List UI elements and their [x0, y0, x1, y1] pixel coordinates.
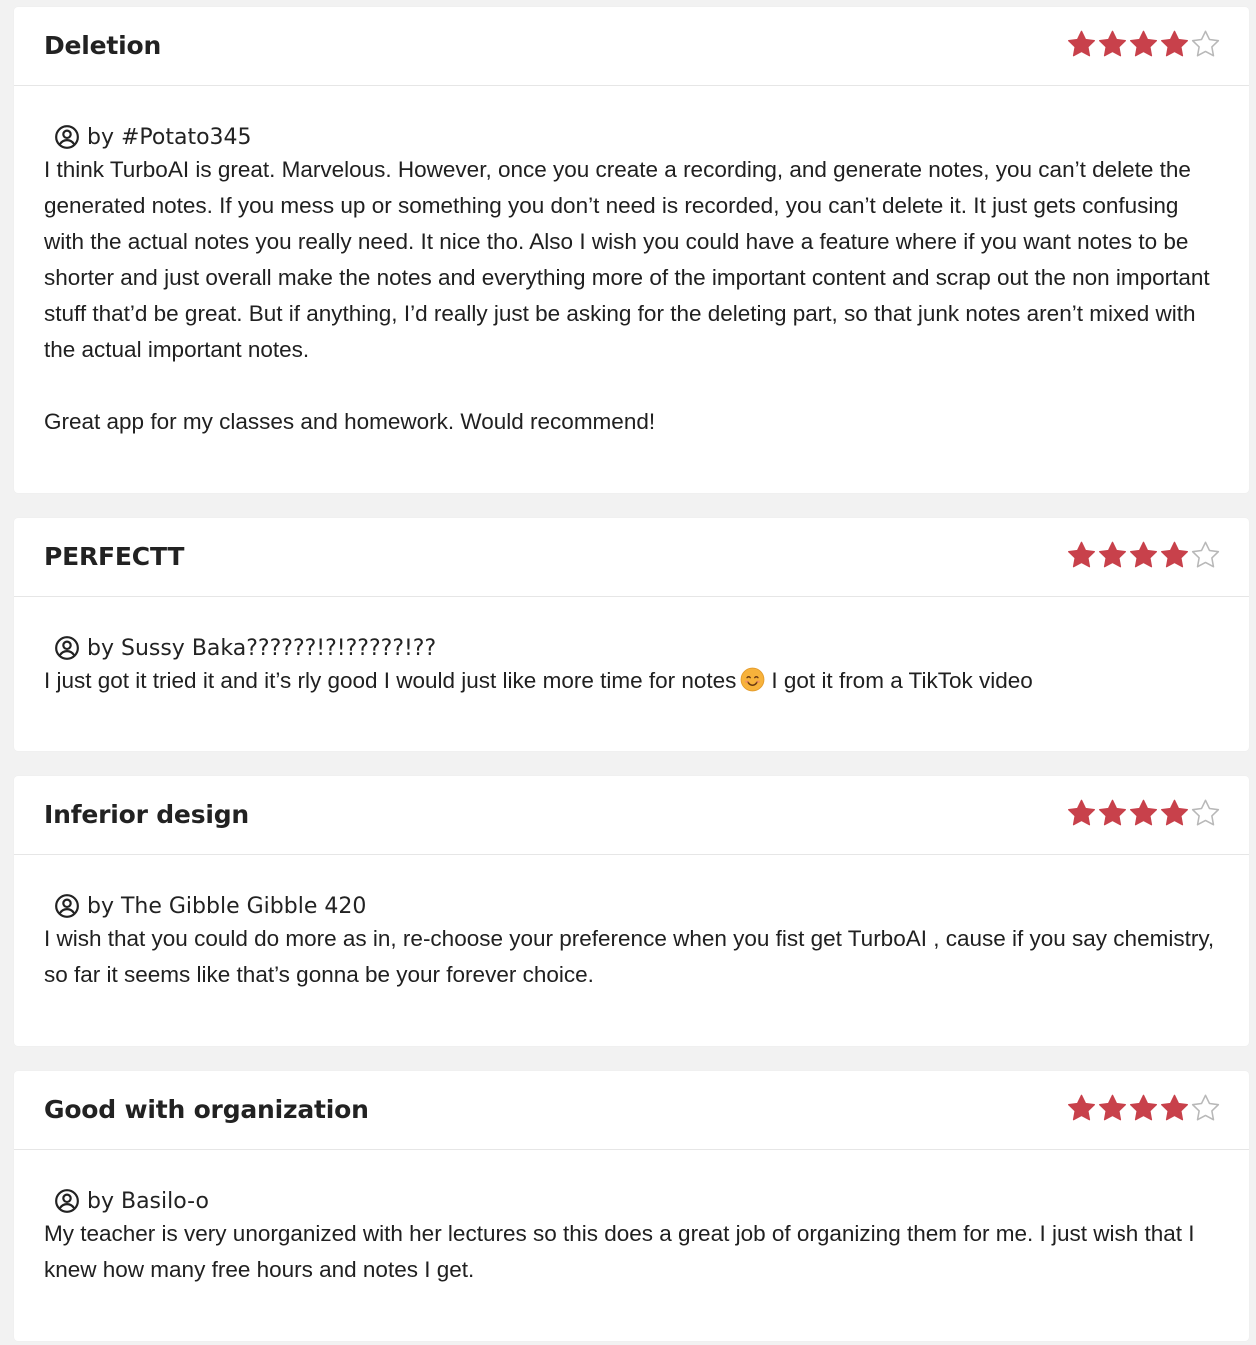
author-name: by Basilo-o — [87, 1188, 209, 1214]
star-empty-icon — [1191, 1094, 1220, 1121]
star-filled-icon — [1099, 30, 1126, 57]
review-header: PERFECTT — [14, 518, 1249, 597]
star-filled-icon — [1068, 30, 1095, 57]
user-circle-icon — [55, 636, 79, 660]
review-text-part: I just got it tried it and it’s rly good… — [44, 668, 737, 693]
review-author: by #Potato345 — [54, 122, 1219, 152]
review-text-part: I got it from a TikTok video — [771, 668, 1033, 693]
star-filled-icon — [1130, 541, 1157, 568]
star-filled-icon — [1099, 1094, 1126, 1121]
review-body: by Basilo-o My teacher is very unorganiz… — [14, 1150, 1249, 1288]
review-author: by Sussy Baka??????!?!?????!?? — [54, 633, 1219, 663]
star-filled-icon — [1130, 799, 1157, 826]
review-body: by The Gibble Gibble 420 I wish that you… — [14, 855, 1249, 993]
review-header: Inferior design — [14, 776, 1249, 855]
star-rating — [1066, 798, 1221, 829]
star-filled-icon — [1068, 541, 1095, 568]
star-filled-icon — [1099, 799, 1126, 826]
star-filled-icon — [1161, 1094, 1188, 1121]
star-filled-icon — [1130, 30, 1157, 57]
star-rating — [1066, 1093, 1221, 1124]
review-card: PERFECTT by Sussy Baka??????!?!?????!?? … — [14, 518, 1249, 751]
review-card: Deletion by #Potato345 I think TurboAI i… — [14, 7, 1249, 493]
review-text: I just got it tried it and it’s rly good… — [44, 663, 1219, 699]
star-rating — [1066, 540, 1221, 571]
review-title: Good with organization — [44, 1095, 369, 1124]
star-rating — [1066, 29, 1221, 60]
review-title: Inferior design — [44, 800, 250, 829]
star-filled-icon — [1161, 799, 1188, 826]
review-text: I wish that you could do more as in, re-… — [44, 926, 1221, 987]
review-text: My teacher is very unorganized with her … — [44, 1221, 1201, 1282]
review-author: by The Gibble Gibble 420 — [54, 891, 1219, 921]
star-filled-icon — [1161, 30, 1188, 57]
star-empty-icon — [1191, 30, 1220, 57]
star-empty-icon — [1191, 541, 1220, 568]
review-body: by Sussy Baka??????!?!?????!?? I just go… — [14, 597, 1249, 699]
user-circle-icon — [55, 894, 79, 918]
review-title: PERFECTT — [44, 542, 185, 571]
user-circle-icon — [55, 1189, 79, 1213]
star-filled-icon — [1161, 541, 1188, 568]
star-empty-icon — [1191, 799, 1220, 826]
author-name: by Sussy Baka??????!?!?????!?? — [87, 635, 437, 661]
review-body: by #Potato345 I think TurboAI is great. … — [14, 86, 1249, 440]
review-title: Deletion — [44, 31, 162, 60]
review-card: Inferior design by The Gibble Gibble 420… — [14, 776, 1249, 1046]
author-name: by #Potato345 — [87, 124, 252, 150]
star-filled-icon — [1068, 1094, 1095, 1121]
review-header: Deletion — [14, 7, 1249, 86]
star-filled-icon — [1099, 541, 1126, 568]
review-text: I think TurboAI is great. Marvelous. How… — [44, 157, 1210, 434]
author-name: by The Gibble Gibble 420 — [87, 893, 367, 919]
star-filled-icon — [1068, 799, 1095, 826]
user-circle-icon — [55, 125, 79, 149]
smiling-face-emoji — [741, 667, 765, 692]
review-card: Good with organization by Basilo-o My te… — [14, 1071, 1249, 1341]
review-header: Good with organization — [14, 1071, 1249, 1150]
review-author: by Basilo-o — [54, 1186, 1219, 1216]
star-filled-icon — [1130, 1094, 1157, 1121]
